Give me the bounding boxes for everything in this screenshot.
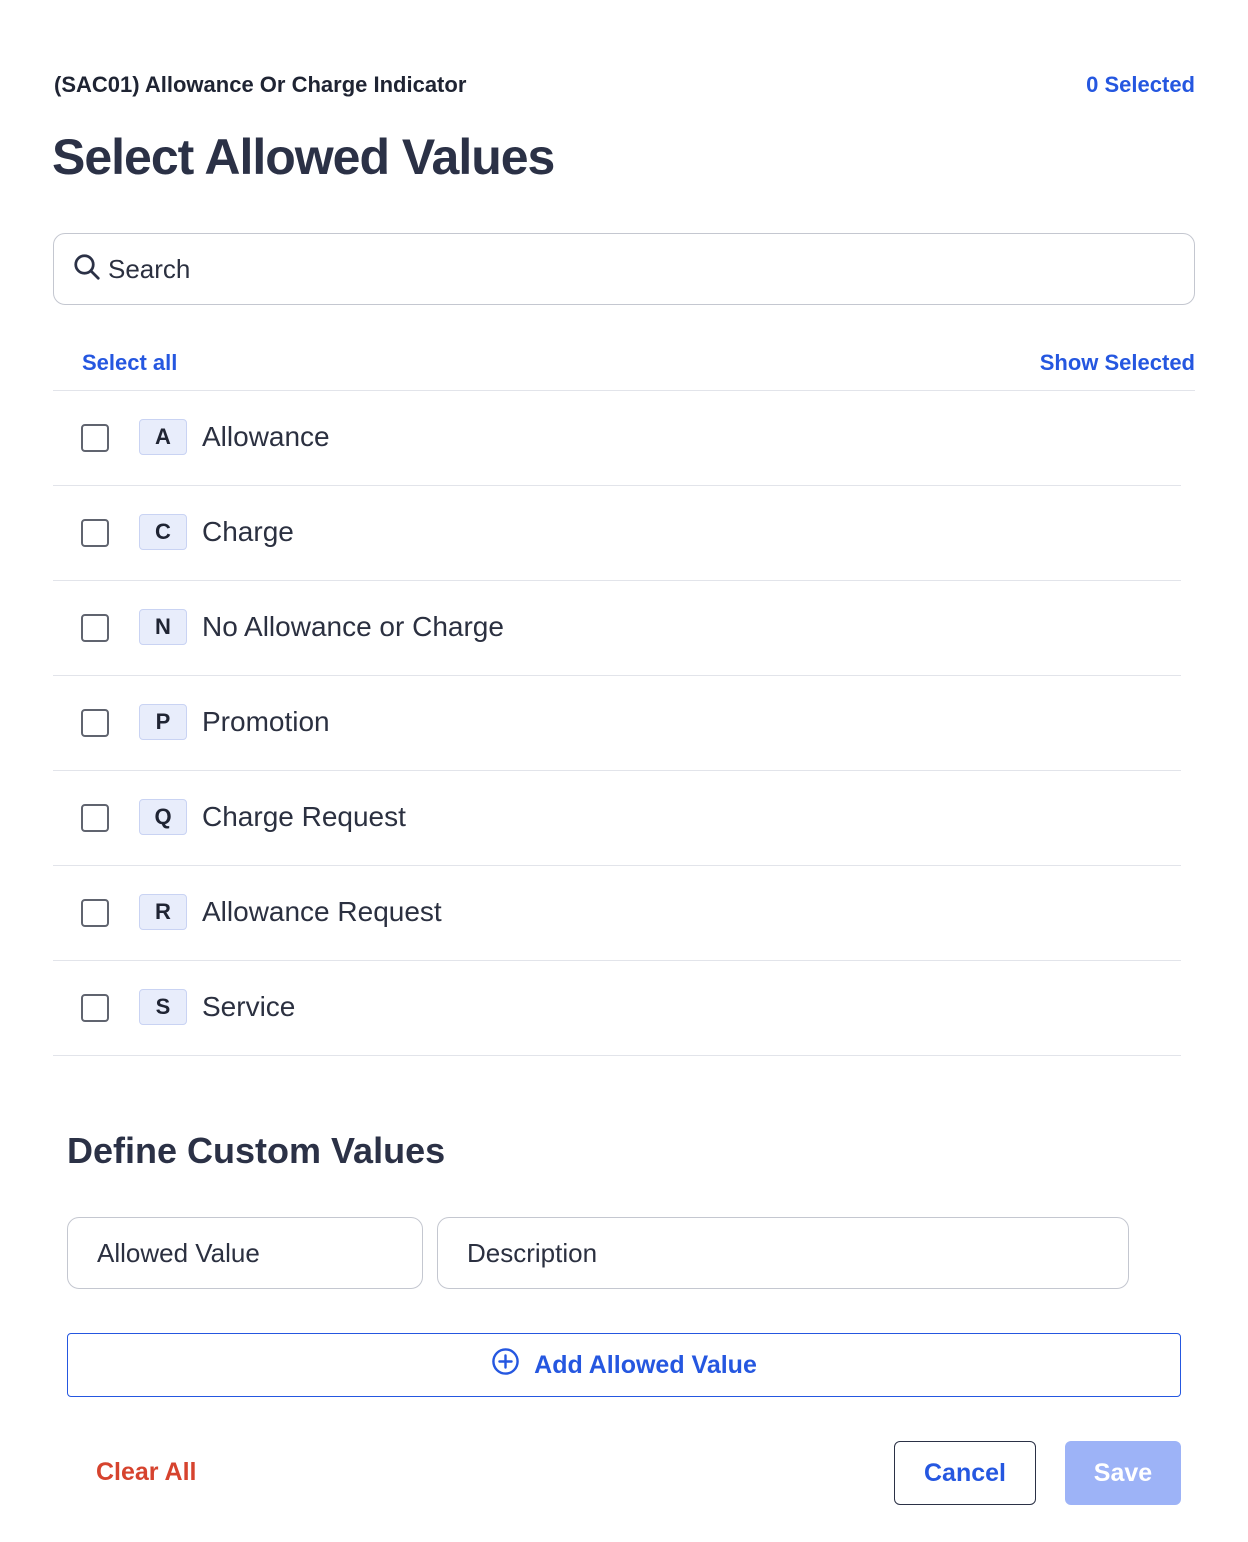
- option-label: Allowance Request: [202, 896, 442, 927]
- list-item[interactable]: N No Allowance or Charge: [53, 581, 1181, 676]
- checkbox[interactable]: [81, 519, 109, 547]
- checkbox[interactable]: [81, 804, 109, 832]
- allowed-value-input[interactable]: [97, 1237, 422, 1269]
- description-input[interactable]: [467, 1237, 1128, 1269]
- list-item[interactable]: A Allowance: [53, 391, 1181, 486]
- list-item[interactable]: Q Charge Request: [53, 771, 1181, 866]
- code-badge: Q: [139, 799, 187, 835]
- checkbox[interactable]: [81, 899, 109, 927]
- search-box[interactable]: [53, 233, 1195, 305]
- search-icon: [72, 252, 102, 287]
- checkbox[interactable]: [81, 424, 109, 452]
- option-label: Charge Request: [202, 801, 406, 832]
- select-all-link[interactable]: Select all: [82, 350, 177, 376]
- code-badge: S: [139, 989, 187, 1025]
- allowed-values-list: A Allowance C Charge N No Allowance or C…: [53, 391, 1181, 1056]
- checkbox[interactable]: [81, 614, 109, 642]
- code-badge: P: [139, 704, 187, 740]
- add-allowed-value-button[interactable]: Add Allowed Value: [67, 1333, 1181, 1397]
- list-item[interactable]: P Promotion: [53, 676, 1181, 771]
- show-selected-link[interactable]: Show Selected: [1040, 350, 1195, 376]
- list-item[interactable]: C Charge: [53, 486, 1181, 581]
- page-title: Select Allowed Values: [52, 129, 555, 185]
- list-item[interactable]: S Service: [53, 961, 1181, 1056]
- save-button[interactable]: Save: [1065, 1441, 1181, 1505]
- checkbox[interactable]: [81, 994, 109, 1022]
- code-badge: A: [139, 419, 187, 455]
- select-allowed-values-dialog: (SAC01) Allowance Or Charge Indicator 0 …: [0, 0, 1248, 1542]
- code-badge: N: [139, 609, 187, 645]
- add-allowed-value-label: Add Allowed Value: [534, 1350, 757, 1379]
- code-badge: R: [139, 894, 187, 930]
- checkbox[interactable]: [81, 709, 109, 737]
- cancel-button[interactable]: Cancel: [894, 1441, 1036, 1505]
- search-input[interactable]: [108, 253, 1108, 285]
- option-label: Promotion: [202, 706, 330, 737]
- clear-all-button[interactable]: Clear All: [96, 1458, 197, 1487]
- description-field[interactable]: [437, 1217, 1129, 1289]
- option-label: Service: [202, 991, 296, 1022]
- field-label: (SAC01) Allowance Or Charge Indicator: [54, 72, 467, 97]
- option-label: Charge: [202, 516, 294, 547]
- option-label: No Allowance or Charge: [202, 611, 504, 642]
- list-item[interactable]: R Allowance Request: [53, 866, 1181, 961]
- selected-count[interactable]: 0 Selected: [1086, 72, 1195, 98]
- code-badge: C: [139, 514, 187, 550]
- plus-circle-icon: [491, 1347, 534, 1383]
- allowed-value-field[interactable]: [67, 1217, 423, 1289]
- option-label: Allowance: [202, 421, 330, 452]
- custom-values-title: Define Custom Values: [67, 1130, 446, 1171]
